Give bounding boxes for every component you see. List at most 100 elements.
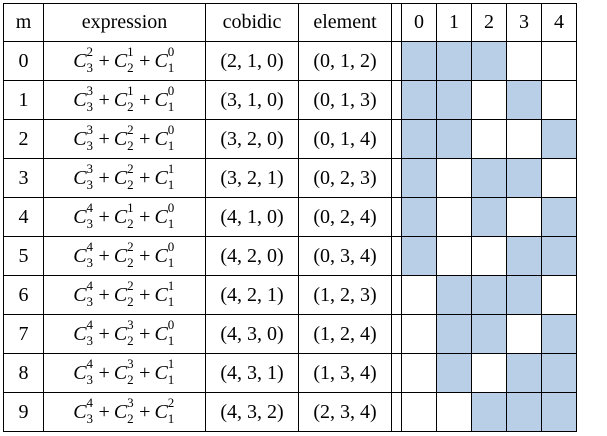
- binomial-indices: 32: [127, 357, 135, 386]
- cell-cobidic: (4, 3, 2): [205, 392, 299, 432]
- bit-cell-2-filled: [471, 314, 507, 354]
- cell-element: (1, 2, 3): [298, 275, 392, 315]
- binomial-symbol: C: [154, 127, 168, 150]
- bit-cell-1-filled: [436, 80, 472, 120]
- binomial-subscript: 1: [167, 332, 175, 348]
- bit-cell-4-filled: [541, 236, 577, 276]
- bit-cell-1-empty: [436, 158, 472, 198]
- binomial-subscript: 2: [127, 98, 134, 114]
- binomial-symbol: C: [73, 283, 87, 306]
- bit-cell-3-empty: [506, 314, 542, 354]
- binomial-indices: 33: [87, 123, 95, 152]
- binomial-superscript: 3: [86, 82, 94, 98]
- binomial-symbol: C: [154, 205, 168, 228]
- bit-cell-1-filled: [436, 41, 472, 81]
- binomial-indices: 43: [86, 357, 95, 387]
- binomial-symbol: C: [73, 49, 87, 72]
- binomial-symbol: C: [73, 205, 87, 228]
- header-bit-4: 4: [541, 3, 577, 42]
- bit-cell-1-filled: [436, 119, 472, 159]
- bit-cell-4-filled: [541, 314, 577, 354]
- expression-formula: C 3 3 + C 1 2 + C 0 1: [73, 84, 176, 114]
- plus-sign: +: [139, 166, 151, 189]
- binomial-superscript: 2: [86, 43, 94, 59]
- cell-element: (1, 2, 4): [298, 314, 392, 354]
- binomial-superscript: 4: [86, 355, 94, 371]
- binomial-superscript: 1: [167, 355, 175, 371]
- binomial-indices: 43: [87, 279, 95, 308]
- bit-cell-4-filled: [541, 392, 577, 432]
- header-bit-3: 3: [506, 3, 542, 42]
- binomial-indices: 32: [127, 318, 135, 347]
- binomial-indices: 12: [127, 201, 135, 230]
- bit-cell-0-empty: [401, 392, 437, 432]
- binomial-indices: 01: [168, 123, 176, 152]
- cell-element: (0, 1, 3): [298, 80, 392, 120]
- cell-m: 5: [3, 236, 44, 276]
- expression-formula: C 3 3 + C 2 2 + C 0 1: [73, 123, 176, 153]
- table-row: 5 C 4 3 + C 2 2 + C 0 1 (4, 2, 0) (0, 3, 4): [3, 236, 577, 276]
- cell-cobidic: (4, 2, 0): [205, 236, 299, 276]
- plus-sign: +: [98, 322, 110, 345]
- expression-formula: C 4 3 + C 3 2 + C 0 1: [73, 318, 176, 348]
- cell-m: 1: [3, 80, 44, 120]
- bit-cell-0-empty: [401, 275, 437, 315]
- binomial-symbol: C: [73, 400, 87, 423]
- bit-cell-4-filled: [541, 353, 577, 393]
- plus-sign: +: [139, 244, 151, 267]
- binomial-superscript: 4: [86, 277, 94, 293]
- binomial-symbol: C: [73, 244, 87, 267]
- binomial-indices: 12: [127, 45, 135, 75]
- bit-cell-2-empty: [471, 353, 507, 393]
- binomial-indices: 23: [87, 45, 95, 74]
- plus-sign: +: [98, 49, 110, 72]
- plus-sign: +: [98, 283, 110, 306]
- binomial-indices: 33: [87, 84, 95, 113]
- cell-gap: [391, 314, 402, 354]
- bit-cell-0-filled: [401, 236, 437, 276]
- binomial-subscript: 1: [167, 98, 175, 114]
- table-row: 7 C 4 3 + C 3 2 + C 0 1 (4, 3, 0) (1, 2, 4): [3, 314, 577, 354]
- plus-sign: +: [98, 400, 110, 423]
- plus-sign: +: [139, 283, 151, 306]
- bit-cell-0-filled: [401, 158, 437, 198]
- plus-sign: +: [98, 205, 110, 228]
- cell-cobidic: (2, 1, 0): [205, 41, 299, 81]
- binomial-superscript: 0: [167, 238, 175, 254]
- binomial-superscript: 1: [127, 199, 134, 215]
- binomial-indices: 01: [167, 240, 176, 270]
- binomial-symbol: C: [113, 205, 128, 228]
- expression-formula: C 4 3 + C 3 2 + C 1 1: [73, 357, 176, 387]
- binomial-indices: 01: [167, 318, 176, 348]
- cell-element: (2, 3, 4): [298, 392, 392, 432]
- bit-cell-4-empty: [541, 41, 577, 81]
- plus-sign: +: [139, 361, 151, 384]
- cell-gap: [391, 197, 402, 237]
- bit-cell-1-empty: [436, 236, 472, 276]
- cell-expression: C 4 3 + C 2 2 + C 1 1: [43, 275, 206, 315]
- table-row: 2 C 3 3 + C 2 2 + C 0 1 (3, 2, 0) (0, 1, 4): [3, 119, 577, 159]
- binomial-subscript: 2: [127, 59, 134, 75]
- binomial-symbol: C: [113, 127, 128, 150]
- plus-sign: +: [139, 88, 151, 111]
- cell-cobidic: (3, 1, 0): [205, 80, 299, 120]
- binomial-symbol: C: [154, 166, 168, 189]
- binomial-subscript: 3: [86, 371, 94, 387]
- bit-cell-3-filled: [506, 80, 542, 120]
- plus-sign: +: [139, 400, 151, 423]
- combination-table: m expression cobidic element 0 1 2 3 4 0…: [3, 3, 577, 432]
- bit-cell-3-filled: [506, 236, 542, 276]
- binomial-subscript: 1: [167, 254, 175, 270]
- binomial-indices: 22: [127, 240, 135, 269]
- cell-expression: C 2 3 + C 1 2 + C 0 1: [43, 41, 206, 81]
- binomial-symbol: C: [113, 244, 128, 267]
- header-cobidic: cobidic: [205, 3, 299, 42]
- cell-expression: C 3 3 + C 1 2 + C 0 1: [43, 80, 206, 120]
- plus-sign: +: [98, 127, 110, 150]
- binomial-subscript: 2: [127, 137, 134, 153]
- binomial-symbol: C: [73, 127, 87, 150]
- binomial-superscript: 0: [167, 82, 175, 98]
- header-element: element: [298, 3, 392, 42]
- table-row: 8 C 4 3 + C 3 2 + C 1 1 (4, 3, 1) (1, 3, 4): [3, 353, 577, 393]
- binomial-indices: 22: [127, 279, 135, 308]
